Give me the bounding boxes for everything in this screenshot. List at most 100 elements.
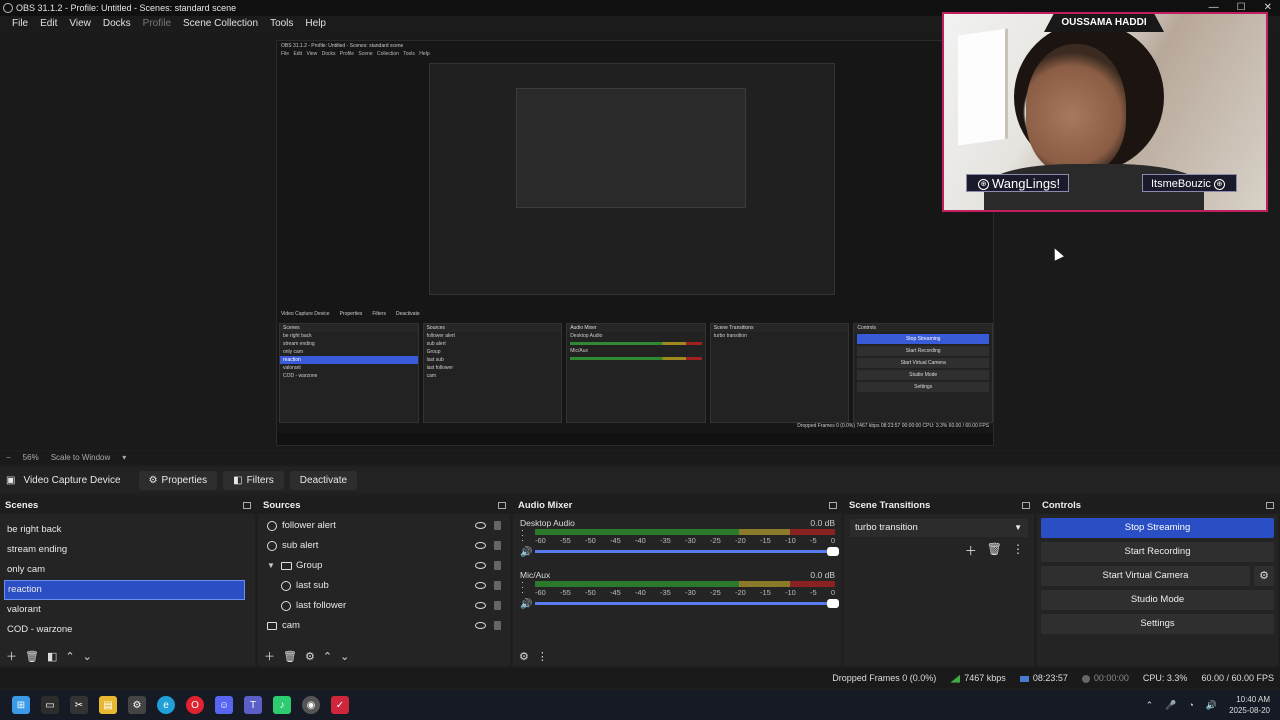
- scene-item[interactable]: be right back: [0, 520, 255, 540]
- start-recording-button[interactable]: Start Recording: [1041, 542, 1274, 562]
- source-item[interactable]: sub alert: [258, 536, 510, 556]
- snipping-tool-icon[interactable]: ✂: [70, 696, 88, 714]
- lock-icon[interactable]: [494, 581, 501, 590]
- visibility-eye-icon[interactable]: [475, 622, 486, 629]
- preview-canvas[interactable]: OBS 31.1.2 - Profile: Untitled - Scenes:…: [0, 12, 1280, 450]
- lock-icon[interactable]: [494, 621, 501, 630]
- track-db: 0.0 dB: [810, 518, 835, 528]
- alert-source-icon: [281, 581, 291, 591]
- add-source-button[interactable]: ＋: [264, 648, 275, 664]
- opera-browser-icon[interactable]: O: [186, 696, 204, 714]
- volume-slider[interactable]: [535, 599, 839, 608]
- lock-icon[interactable]: [494, 561, 501, 570]
- mixer-settings-icon[interactable]: ⚙: [519, 650, 529, 663]
- settings-button[interactable]: Settings: [1041, 614, 1274, 634]
- slider-handle[interactable]: [827, 599, 839, 608]
- tray-chevron-icon[interactable]: ⌃: [1146, 700, 1154, 711]
- lock-icon[interactable]: [494, 521, 501, 530]
- move-down-button[interactable]: ⌄: [340, 650, 349, 663]
- zoom-out-button[interactable]: −: [6, 451, 11, 465]
- properties-button[interactable]: ⚙ Properties: [138, 470, 218, 490]
- filters-button[interactable]: ◧ Filters: [223, 470, 284, 490]
- wifi-icon[interactable]: ◔: [1188, 700, 1193, 710]
- remove-scene-button[interactable]: 🗑: [25, 650, 39, 663]
- menu-edit[interactable]: Edit: [34, 16, 63, 32]
- source-group[interactable]: ▼ Group: [258, 556, 510, 576]
- move-down-button[interactable]: ⌄: [83, 650, 92, 663]
- source-item[interactable]: follower alert: [258, 516, 510, 536]
- red-app-icon[interactable]: ✓: [331, 696, 349, 714]
- menu-profile[interactable]: Profile: [137, 16, 177, 32]
- source-item-label: Group: [296, 560, 323, 571]
- properties-label: Properties: [161, 474, 208, 486]
- add-scene-button[interactable]: ＋: [6, 648, 17, 664]
- scene-item[interactable]: only cam: [0, 560, 255, 580]
- task-view-icon[interactable]: ▭: [41, 696, 59, 714]
- menu-scene-collection[interactable]: Scene Collection: [177, 16, 264, 32]
- gear-icon[interactable]: ⚙: [1254, 566, 1274, 586]
- volume-icon[interactable]: 🔊: [1206, 700, 1217, 711]
- spotify-like-icon[interactable]: ♪: [273, 696, 291, 714]
- stop-streaming-button[interactable]: Stop Streaming: [1041, 518, 1274, 538]
- zoom-mode-select[interactable]: Scale to Window: [51, 451, 111, 465]
- remove-source-button[interactable]: 🗑: [283, 650, 297, 663]
- source-item[interactable]: last sub: [258, 576, 510, 596]
- transition-select[interactable]: turbo transition ▼: [850, 519, 1028, 537]
- mic-icon[interactable]: 🎤: [1165, 700, 1176, 711]
- start-virtual-camera-button[interactable]: Start Virtual Camera: [1041, 566, 1250, 586]
- track-menu-icon[interactable]: · · ·: [521, 526, 524, 545]
- scene-filters-button[interactable]: ◧: [47, 650, 57, 663]
- undock-icon[interactable]: [1266, 502, 1274, 509]
- mixer-menu-icon[interactable]: ⋮: [537, 650, 548, 663]
- speaker-icon[interactable]: 🔊: [520, 547, 532, 558]
- lock-icon[interactable]: [494, 541, 501, 550]
- undock-icon[interactable]: [498, 502, 506, 509]
- windows-start-icon[interactable]: ⊞: [12, 696, 30, 714]
- volume-slider[interactable]: [535, 547, 839, 556]
- move-up-button[interactable]: ⌃: [323, 650, 332, 663]
- mouse-cursor-icon: [1050, 246, 1064, 261]
- studio-mode-button[interactable]: Studio Mode: [1041, 590, 1274, 610]
- transition-menu-button[interactable]: ⋮: [1012, 542, 1024, 559]
- visibility-eye-icon[interactable]: [475, 602, 486, 609]
- settings-gear-icon[interactable]: ⚙: [128, 696, 146, 714]
- menu-docks[interactable]: Docks: [97, 16, 137, 32]
- edge-browser-icon[interactable]: e: [157, 696, 175, 714]
- lock-icon[interactable]: [494, 601, 501, 610]
- undock-icon[interactable]: [1022, 502, 1030, 509]
- undock-icon[interactable]: [243, 502, 251, 509]
- undock-icon[interactable]: [829, 502, 837, 509]
- visibility-eye-icon[interactable]: [475, 562, 486, 569]
- obs-taskbar-icon[interactable]: ◉: [302, 696, 320, 714]
- visibility-eye-icon[interactable]: [475, 542, 486, 549]
- source-item[interactable]: cam: [258, 616, 510, 636]
- scene-item[interactable]: stream ending: [0, 540, 255, 560]
- cpu-usage: CPU: 3.3%: [1142, 673, 1188, 683]
- visibility-eye-icon[interactable]: [475, 582, 486, 589]
- menu-help[interactable]: Help: [299, 16, 332, 32]
- discord-icon[interactable]: ☺: [215, 696, 233, 714]
- scene-item[interactable]: valorant: [0, 600, 255, 620]
- menu-tools[interactable]: Tools: [264, 16, 299, 32]
- speaker-icon[interactable]: 🔊: [520, 599, 532, 610]
- expand-caret-icon[interactable]: ▼: [267, 556, 275, 576]
- file-explorer-icon[interactable]: ▤: [99, 696, 117, 714]
- add-transition-button[interactable]: ＋: [965, 542, 977, 559]
- slider-handle[interactable]: [827, 547, 839, 556]
- source-properties-button[interactable]: ⚙: [305, 650, 315, 663]
- deactivate-button[interactable]: Deactivate: [289, 470, 358, 490]
- menu-file[interactable]: File: [6, 16, 34, 32]
- scene-item-selected[interactable]: reaction: [4, 580, 245, 600]
- track-menu-icon[interactable]: · · ·: [521, 578, 524, 597]
- clock[interactable]: 10:40 AM 2025-08-20: [1229, 694, 1270, 716]
- visibility-eye-icon[interactable]: [475, 522, 486, 529]
- chevron-down-icon[interactable]: ▾: [122, 451, 126, 465]
- scene-item[interactable]: COD - warzone: [0, 620, 255, 640]
- menu-view[interactable]: View: [63, 16, 97, 32]
- source-item[interactable]: last follower: [258, 596, 510, 616]
- move-up-button[interactable]: ⌃: [65, 650, 74, 663]
- volume-meter: [535, 529, 835, 535]
- teams-icon[interactable]: T: [244, 696, 262, 714]
- remove-transition-button[interactable]: 🗑: [987, 542, 1002, 559]
- nested-inner-screen: [516, 88, 746, 208]
